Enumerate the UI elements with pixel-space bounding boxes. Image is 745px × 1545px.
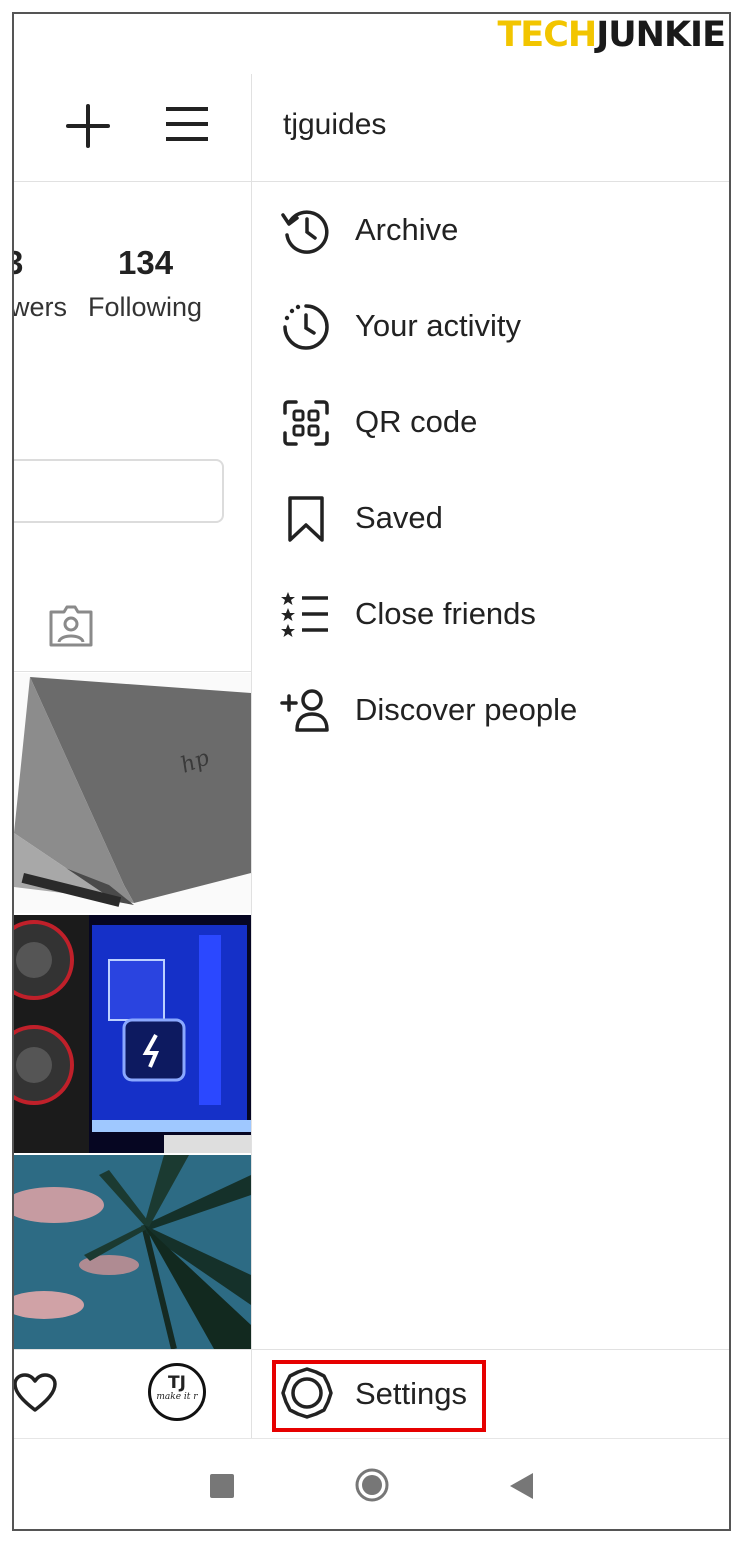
home-icon[interactable] xyxy=(354,1467,390,1503)
menu-item-label: Archive xyxy=(355,212,459,247)
tabs-divider xyxy=(14,671,251,672)
menu-item-label: Saved xyxy=(355,500,443,535)
bottom-navigation: TJ make it r xyxy=(14,1349,251,1438)
tagged-posts-icon[interactable] xyxy=(48,604,94,648)
techjunkie-watermark: TECHJUNKIE xyxy=(497,15,726,55)
archive-icon xyxy=(281,210,329,254)
menu-item-label: Your activity xyxy=(355,308,521,343)
menu-item-discover-people[interactable]: Discover people xyxy=(252,663,729,759)
system-navigation-bar xyxy=(14,1438,729,1529)
hamburger-menu-icon[interactable] xyxy=(164,104,210,144)
menu-item-close-friends[interactable]: Close friends xyxy=(252,567,729,663)
qr-code-icon xyxy=(283,400,329,446)
menu-item-your-activity[interactable]: Your activity xyxy=(252,279,729,375)
close-friends-icon xyxy=(281,592,328,637)
profile-panel: 3 wers 134 Following hp xyxy=(14,74,251,1438)
plus-icon[interactable] xyxy=(64,102,112,150)
post-thumbnail-palm-tree[interactable] xyxy=(14,1155,251,1349)
post-thumbnail-laptop[interactable]: hp xyxy=(14,673,251,913)
drawer-divider xyxy=(252,181,729,182)
activity-icon xyxy=(283,304,329,350)
menu-item-archive[interactable]: Archive xyxy=(252,183,729,279)
followers-count[interactable]: 3 xyxy=(14,244,23,282)
phone-screen: TECHJUNKIE 3 wers 134 Following xyxy=(12,12,731,1531)
menu-item-saved[interactable]: Saved xyxy=(252,471,729,567)
back-icon[interactable] xyxy=(507,1471,535,1501)
menu-item-settings[interactable]: Settings xyxy=(252,1350,729,1438)
drawer-username: tjguides xyxy=(283,108,387,141)
edit-profile-button[interactable] xyxy=(14,459,224,523)
menu-item-label: Close friends xyxy=(355,596,536,631)
menu-item-label: Discover people xyxy=(355,692,578,727)
recent-apps-icon[interactable] xyxy=(210,1474,234,1498)
profile-avatar[interactable]: TJ make it r xyxy=(148,1363,206,1421)
menu-item-qr-code[interactable]: QR code xyxy=(252,375,729,471)
profile-header xyxy=(14,74,251,182)
heart-icon[interactable] xyxy=(14,1372,58,1414)
post-thumbnail-pc-build[interactable] xyxy=(14,915,251,1153)
following-count[interactable]: 134 xyxy=(118,244,173,282)
side-drawer-menu: tjguides Archive Your activity QR code S… xyxy=(251,74,729,1438)
following-label[interactable]: Following xyxy=(88,292,202,323)
followers-label[interactable]: wers xyxy=(14,292,67,323)
bookmark-icon xyxy=(288,496,324,542)
menu-item-label: QR code xyxy=(355,404,478,439)
settings-highlight-box xyxy=(272,1360,486,1432)
add-person-icon xyxy=(280,689,329,732)
